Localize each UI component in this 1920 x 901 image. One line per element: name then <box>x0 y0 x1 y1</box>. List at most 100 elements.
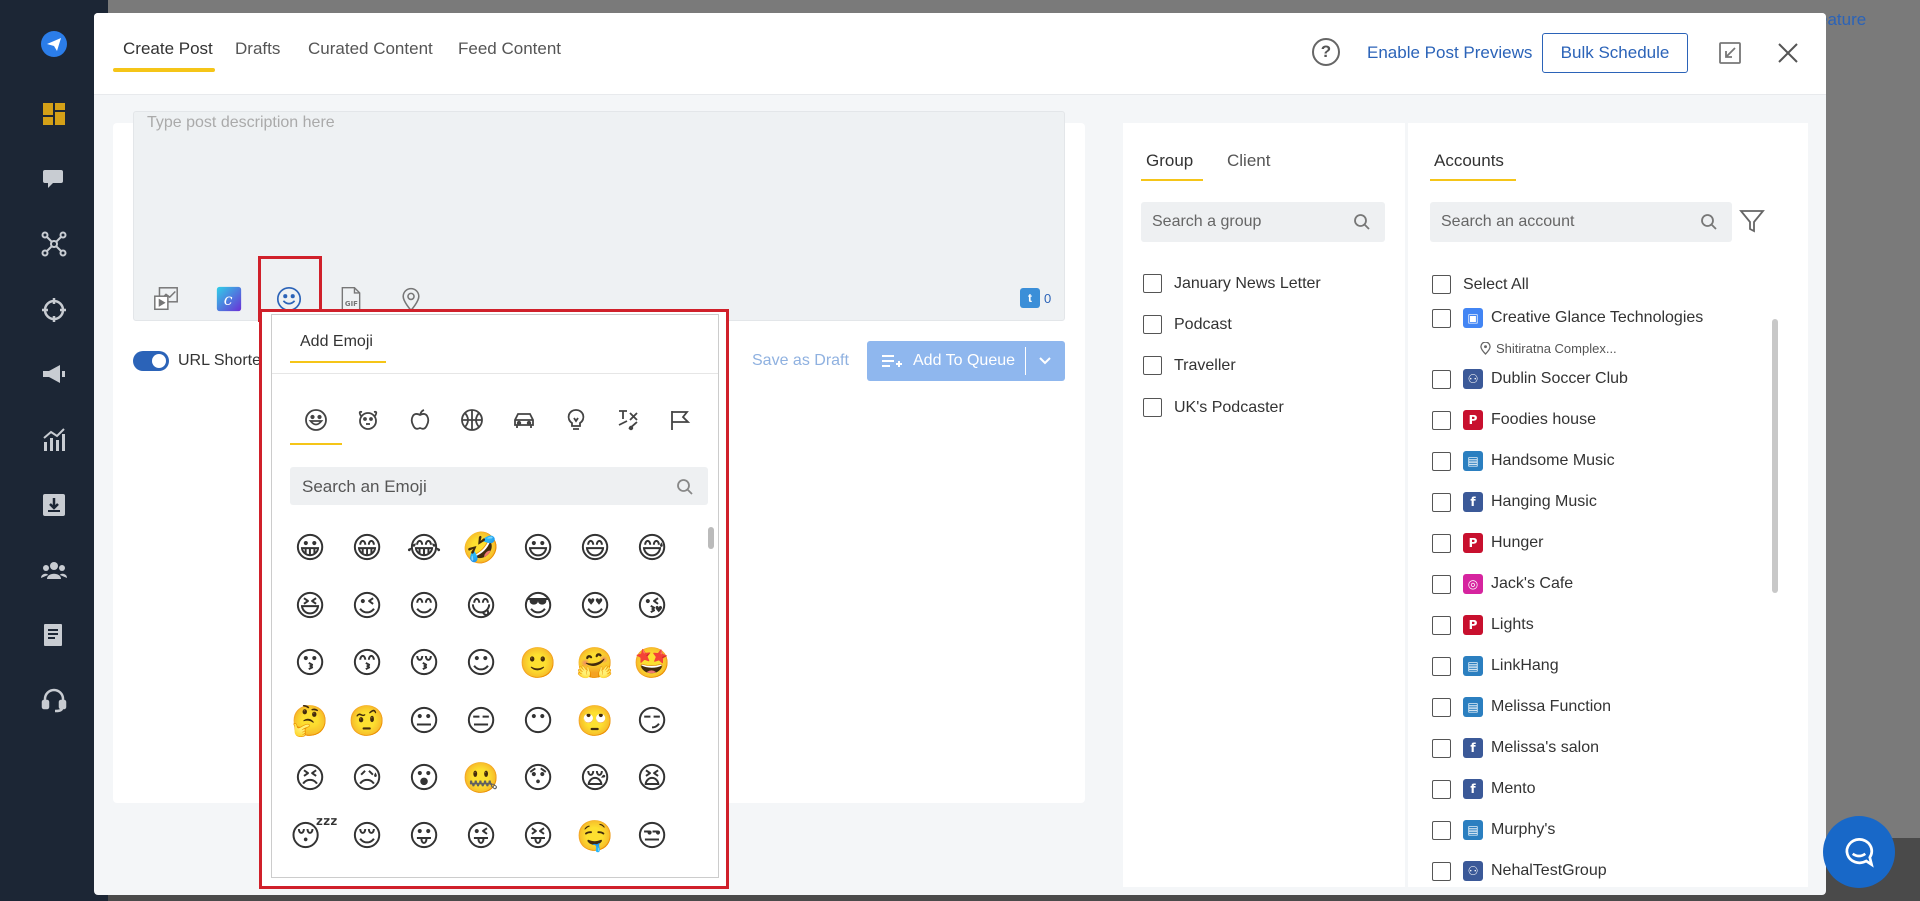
filter-icon[interactable] <box>1738 207 1766 235</box>
add-to-queue-button[interactable]: Add To Queue <box>867 341 1065 381</box>
emoji-item[interactable]: 😋 <box>461 587 501 627</box>
tab-curated-content[interactable]: Curated Content <box>308 39 433 59</box>
emoji-item[interactable]: 😙 <box>347 644 387 684</box>
group-item[interactable]: Traveller <box>1143 356 1236 375</box>
emoji-item[interactable]: 😫 <box>632 759 672 799</box>
emoji-item[interactable]: 😥 <box>347 759 387 799</box>
activity-icon[interactable] <box>459 407 485 433</box>
group-search-input[interactable]: Search a group <box>1141 202 1385 242</box>
checkbox[interactable] <box>1143 274 1162 293</box>
checkbox[interactable] <box>1432 308 1451 328</box>
checkbox[interactable] <box>1432 615 1451 635</box>
emoji-item[interactable]: 🤔 <box>290 702 330 742</box>
enable-post-previews-link[interactable]: Enable Post Previews <box>1367 43 1532 63</box>
emoji-item[interactable]: 😐 <box>404 702 444 742</box>
travel-icon[interactable] <box>511 407 537 433</box>
checkbox[interactable] <box>1143 315 1162 334</box>
canva-icon[interactable]: c <box>214 284 244 314</box>
emoji-item[interactable]: 😝 <box>518 817 558 857</box>
emoji-item[interactable]: 😁 <box>347 529 387 569</box>
tab-drafts[interactable]: Drafts <box>235 39 280 59</box>
animals-icon[interactable] <box>355 407 381 433</box>
emoji-item[interactable]: ☺ <box>461 644 501 684</box>
checkbox[interactable] <box>1432 861 1451 881</box>
account-item[interactable]: P Lights <box>1432 615 1534 635</box>
emoji-item[interactable]: 😏 <box>632 702 672 742</box>
tab-client[interactable]: Client <box>1227 151 1270 171</box>
emoji-search-input[interactable]: Search an Emoji <box>290 467 708 505</box>
support-headset-icon[interactable] <box>38 684 70 716</box>
emoji-item[interactable]: 😄 <box>575 529 615 569</box>
emoji-item[interactable]: 😛 <box>404 817 444 857</box>
smileys-icon[interactable] <box>303 407 329 433</box>
emoji-item[interactable]: 🤐 <box>461 759 501 799</box>
checkbox[interactable] <box>1432 574 1451 594</box>
emoji-item[interactable]: 😍 <box>575 587 615 627</box>
group-item[interactable]: Podcast <box>1143 315 1232 334</box>
account-item[interactable]: ⚇ NehalTestGroup <box>1432 861 1607 881</box>
emoji-item[interactable]: 😉 <box>347 587 387 627</box>
account-item[interactable]: ◎ Jack's Cafe <box>1432 574 1573 594</box>
select-all-row[interactable]: Select All <box>1432 275 1529 294</box>
emoji-item[interactable]: 😚 <box>404 644 444 684</box>
account-search-input[interactable]: Search an account <box>1430 202 1732 242</box>
logo-plane-icon[interactable] <box>38 28 70 60</box>
tab-create-post[interactable]: Create Post <box>123 39 213 59</box>
emoji-item[interactable]: 😗 <box>290 644 330 684</box>
media-library-icon[interactable] <box>151 284 181 314</box>
group-item[interactable]: January News Letter <box>1143 274 1321 293</box>
tab-accounts[interactable]: Accounts <box>1434 151 1504 171</box>
emoji-item[interactable]: 🤣 <box>461 529 501 569</box>
emoji-item[interactable]: 😣 <box>290 759 330 799</box>
megaphone-icon[interactable] <box>38 358 70 390</box>
account-item[interactable]: f Melissa's salon <box>1432 738 1599 758</box>
symbols-icon[interactable] <box>615 407 641 433</box>
chevron-down-icon[interactable] <box>1037 353 1053 369</box>
emoji-item[interactable]: 😀 <box>290 529 330 569</box>
add-emoji-tab[interactable]: Add Emoji <box>300 333 373 351</box>
checkbox[interactable] <box>1432 451 1451 471</box>
dashboard-icon[interactable] <box>38 98 70 130</box>
support-chat-button[interactable] <box>1823 816 1895 888</box>
checkbox[interactable] <box>1432 492 1451 512</box>
emoji-item[interactable]: 😆 <box>290 587 330 627</box>
account-item[interactable]: ▤ Melissa Function <box>1432 697 1611 717</box>
network-icon[interactable] <box>38 228 70 260</box>
account-item[interactable]: ▤ LinkHang <box>1432 656 1559 676</box>
emoji-item[interactable]: 😊 <box>404 587 444 627</box>
checkbox[interactable] <box>1432 410 1451 430</box>
save-as-draft-button[interactable]: Save as Draft <box>752 352 849 370</box>
emoji-item[interactable]: 😮 <box>404 759 444 799</box>
checkbox[interactable] <box>1143 356 1162 375</box>
chat-icon[interactable] <box>38 163 70 195</box>
emoji-item[interactable]: 😴 <box>290 817 338 857</box>
emoji-item[interactable]: 😪 <box>575 759 615 799</box>
emoji-item[interactable]: 😶 <box>518 702 558 742</box>
minimize-icon[interactable] <box>1718 41 1742 65</box>
emoji-item[interactable]: 🙂 <box>518 644 558 684</box>
account-item[interactable]: f Hanging Music <box>1432 492 1597 512</box>
help-icon[interactable]: ? <box>1312 38 1340 66</box>
account-item[interactable]: ▤ Handsome Music <box>1432 451 1615 471</box>
account-item[interactable]: f Mento <box>1432 779 1535 799</box>
emoji-item[interactable]: 😌 <box>347 817 387 857</box>
checkbox[interactable] <box>1432 533 1451 553</box>
emoji-item[interactable]: 😎 <box>518 587 558 627</box>
emoji-scrollbar[interactable] <box>708 527 714 549</box>
checkbox[interactable] <box>1143 398 1162 417</box>
accounts-scrollbar[interactable] <box>1772 319 1778 593</box>
checkbox[interactable] <box>1432 820 1451 840</box>
emoji-item[interactable]: 🤨 <box>347 702 387 742</box>
checkbox[interactable] <box>1432 656 1451 676</box>
emoji-item[interactable]: 😜 <box>461 817 501 857</box>
checkbox[interactable] <box>1432 697 1451 717</box>
emoji-item[interactable]: 🤤 <box>575 817 615 857</box>
tab-group[interactable]: Group <box>1146 151 1193 171</box>
emoji-item[interactable]: 😅 <box>632 529 672 569</box>
tab-feed-content[interactable]: Feed Content <box>458 39 561 59</box>
account-item[interactable]: ▣ Creative Glance Technologies <box>1432 308 1703 328</box>
checkbox[interactable] <box>1432 779 1451 799</box>
team-icon[interactable] <box>38 554 70 586</box>
target-icon[interactable] <box>38 294 70 326</box>
objects-icon[interactable] <box>563 407 589 433</box>
